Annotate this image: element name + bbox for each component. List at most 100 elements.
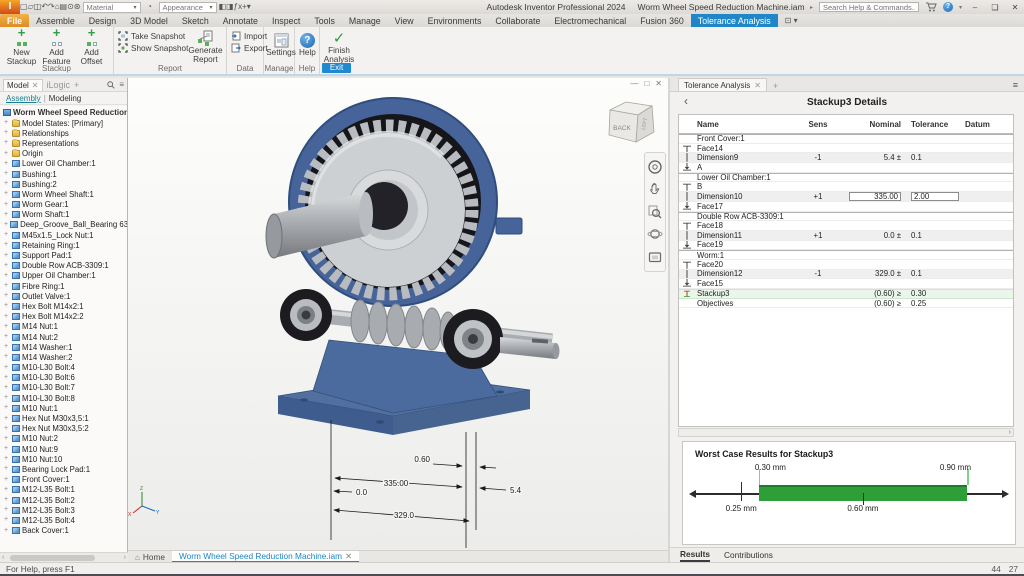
expander-icon[interactable]: + [4,445,10,453]
ribbon-tab-manage[interactable]: Manage [342,14,388,27]
tree-item[interactable]: +Worm Wheel Shaft:1 [0,189,127,199]
tree-item[interactable]: +M12-L35 Bolt:3 [0,505,127,515]
tree-item[interactable]: +M10-L30 Bolt:6 [0,373,127,383]
appearance-select[interactable]: Appearance▾ [159,2,217,13]
help-menu-icon[interactable]: ? [943,2,953,12]
expander-icon[interactable]: + [4,465,10,473]
expander-icon[interactable]: + [4,353,10,361]
ribbon-tab-environments[interactable]: Environments [421,14,489,27]
expander-icon[interactable]: + [4,282,10,290]
table-row-dim[interactable]: Dimension11+10.0 ±0.1 [679,231,1013,241]
search-icon[interactable] [107,81,115,89]
view-cube[interactable]: BACK LEFT [602,96,660,148]
ribbon-tab-sketch[interactable]: Sketch [175,14,216,27]
tree-item[interactable]: +Fibre Ring:1 [0,281,127,291]
ribbon-tab-tolerance-analysis[interactable]: Tolerance Analysis [691,14,778,27]
tree-item[interactable]: +M10-L30 Bolt:4 [0,363,127,373]
expander-icon[interactable]: + [4,394,10,402]
close-icon[interactable]: ✕ [754,81,761,90]
tree-item[interactable]: +Hex Nut M30x3,5:2 [0,424,127,434]
worm-gear-model[interactable]: 0.60 335.00 0.0 5.4 329.0 Z Y X [128,78,668,552]
tree-item[interactable]: +Support Pad:1 [0,250,127,260]
orbit-icon[interactable] [647,226,663,242]
table-row-face[interactable]: Face14 [679,144,1013,154]
ribbon-tab-inspect[interactable]: Inspect [265,14,307,27]
expander-icon[interactable]: + [4,231,10,239]
ribbon-tab-electromechanical[interactable]: Electromechanical [547,14,633,27]
browser-tab-ilogic[interactable]: iLogic [47,80,71,90]
table-row-dim[interactable]: Dimension10+1335.002.00 [679,192,1013,202]
add-panel-tab-button[interactable]: + [773,81,778,91]
tree-item[interactable]: +M14 Washer:1 [0,342,127,352]
expander-icon[interactable]: + [4,190,10,198]
undo-icon[interactable]: ↶ [41,2,48,11]
tolerance-input[interactable]: 2.00 [911,192,959,201]
assembly-mode-link[interactable]: Assembly [6,94,41,103]
expander-icon[interactable]: + [4,129,10,137]
tree-item[interactable]: +Deep_Groove_Ball_Bearing 6309:1 [0,220,127,230]
expander-icon[interactable]: + [4,313,10,321]
ribbon-tab-view[interactable]: View [388,14,421,27]
tree-item[interactable]: +M12-L35 Bolt:2 [0,495,127,505]
adjust-icon[interactable]: ◧ [219,2,227,11]
table-row-face[interactable]: B [679,182,1013,192]
minimize-button[interactable]: – [968,3,982,12]
table-row-face[interactable]: Face19 [679,241,1013,251]
look-at-icon[interactable] [647,249,663,265]
table-row-face[interactable]: Face18 [679,221,1013,231]
viewport-3d[interactable]: — □ ✕ [128,78,668,552]
expander-icon[interactable]: + [4,415,10,423]
expander-icon[interactable]: + [4,455,10,463]
expander-icon[interactable]: + [4,323,10,331]
browser-menu-icon[interactable]: ≡ [119,80,124,89]
navigation-wheel-icon[interactable] [647,159,663,175]
pan-icon[interactable] [647,182,663,198]
tree-item[interactable]: +Hex Nut M30x3,5:1 [0,413,127,423]
search-expand-icon[interactable]: ▸ [810,4,813,11]
qat-overflow-icon[interactable]: ▾ [247,2,251,11]
expander-icon[interactable]: + [4,374,10,382]
table-row-face[interactable]: Face17 [679,202,1013,212]
tree-item[interactable]: +Upper Oil Chamber:1 [0,271,127,281]
parameters-icon[interactable]: ƒx [234,2,242,11]
expander-icon[interactable]: + [4,262,10,270]
tree-root-item[interactable]: Worm Wheel Speed Reduction Machine ^ [0,107,127,118]
redo-icon[interactable]: ↷ [48,2,55,11]
cell-nominal[interactable]: 335.00 [837,192,903,201]
tree-item[interactable]: +M14 Nut:1 [0,322,127,332]
close-icon[interactable]: ✕ [32,80,39,91]
material-browser-icon[interactable]: ▤ [60,2,68,11]
expander-icon[interactable]: + [4,241,10,249]
tree-item[interactable]: +Retaining Ring:1 [0,240,127,250]
tolerance-analysis-tab[interactable]: Tolerance Analysis ✕ [678,78,767,91]
tree-item[interactable]: +Worm Shaft:1 [0,210,127,220]
ribbon-tab-collaborate[interactable]: Collaborate [488,14,547,27]
table-row-dim[interactable]: Dimension12-1329.0 ±0.1 [679,270,1013,280]
tree-item[interactable]: +Representations [0,138,127,148]
tree-item[interactable]: +Lower Oil Chamber:1 [0,159,127,169]
viewport-restore-icon[interactable]: □ [644,79,649,88]
expander-icon[interactable]: + [4,364,10,372]
zoom-icon[interactable] [647,204,663,220]
tree-item[interactable]: +Bearing Lock Pad:1 [0,464,127,474]
results-tab[interactable]: Results [680,549,710,562]
table-row-face[interactable]: Face20 [679,260,1013,270]
col-header-sens[interactable]: Sens [799,120,837,129]
tree-item[interactable]: +Outlet Valve:1 [0,291,127,301]
inventor-logo-icon[interactable]: I [0,0,20,14]
col-header-datum[interactable]: Datum [959,120,1013,129]
add-feature-button[interactable]: + Add Feature [39,28,74,64]
table-row-comp[interactable]: Front Cover:1 [679,134,1013,144]
contributions-tab[interactable]: Contributions [724,550,773,560]
tree-item[interactable]: +M12-L35 Bolt:4 [0,515,127,525]
finish-analysis-button[interactable]: ✓ Finish Analysis [324,28,354,64]
expander-icon[interactable]: + [4,221,8,229]
settings-button[interactable]: Settings [268,28,294,64]
tree-item[interactable]: +Back Cover:1 [0,526,127,536]
expander-icon[interactable]: + [4,333,10,341]
tree-item[interactable]: +M10 Nut:2 [0,434,127,444]
tree-item[interactable]: +M45x1.5_Lock Nut:1 [0,230,127,240]
expander-icon[interactable]: + [4,302,10,310]
ribbon-tab--[interactable]: ⊡ ▾ [778,14,805,27]
ribbon-tab-fusion-360[interactable]: Fusion 360 [633,14,691,27]
